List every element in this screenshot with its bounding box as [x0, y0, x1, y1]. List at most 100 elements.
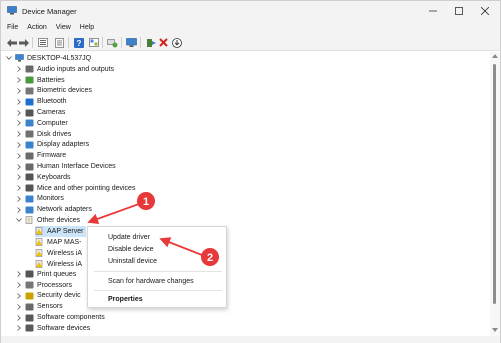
chevron-right-icon[interactable]: [15, 314, 23, 321]
uninstall-x-icon: [159, 38, 168, 47]
tree-category-item[interactable]: Print queues: [15, 269, 76, 280]
warning-device-icon: [35, 249, 43, 258]
help-button[interactable]: ?: [73, 37, 84, 48]
tree-item-map-mas[interactable]: MAP MAS-: [35, 237, 82, 248]
chevron-right-icon[interactable]: [15, 131, 23, 137]
tree-item-label: Firmware: [37, 152, 67, 160]
chevron-right-icon[interactable]: [15, 77, 23, 83]
forward-button[interactable]: [18, 37, 29, 48]
security-icon: [25, 292, 34, 300]
minimize-button[interactable]: [421, 1, 445, 21]
chevron-down-icon[interactable]: [5, 56, 13, 61]
tree-category-item[interactable]: Firmware: [15, 150, 66, 161]
bluetooth-icon: [25, 98, 34, 106]
update-driver-button[interactable]: [145, 37, 156, 48]
chevron-right-icon[interactable]: [15, 142, 23, 148]
tree-category-item[interactable]: Sensors: [15, 301, 63, 312]
tree-category-item[interactable]: Biometric devices: [15, 86, 92, 97]
properties-menu-item[interactable]: Properties: [108, 296, 143, 303]
chevron-right-icon[interactable]: [15, 98, 23, 105]
tree-item-label: Print queues: [37, 270, 77, 278]
chevron-right-icon[interactable]: [15, 185, 23, 191]
help-icon: ?: [73, 37, 84, 48]
chevron-right-icon[interactable]: [15, 303, 23, 310]
download-button[interactable]: [171, 37, 182, 48]
battery-icon: [25, 76, 34, 84]
chevron-right-icon[interactable]: [15, 120, 23, 127]
chevron-right-icon[interactable]: [15, 163, 23, 170]
uninstall-device-menu-item[interactable]: Uninstall device: [108, 258, 157, 265]
warning-device-icon: [35, 238, 43, 247]
tree-category-item[interactable]: Batteries: [15, 75, 65, 86]
chevron-right-icon[interactable]: [15, 206, 23, 213]
device-list-button[interactable]: [88, 37, 99, 48]
tree-category-item[interactable]: Display adapters: [15, 140, 89, 151]
tree-category-item[interactable]: Keyboards: [15, 172, 70, 183]
chevron-right-icon[interactable]: [15, 174, 23, 181]
chevron-right-icon[interactable]: [15, 271, 23, 278]
tree-category-item[interactable]: Mice and other pointing devices: [15, 183, 135, 194]
tree-category-item[interactable]: Monitors: [15, 194, 64, 205]
tree-item-other-devices[interactable]: ! Other devices: [15, 215, 80, 226]
chevron-right-icon[interactable]: [15, 325, 23, 332]
scroll-up-icon[interactable]: [492, 54, 498, 58]
tree-item-label: Biometric devices: [37, 87, 92, 95]
tree-item-label: Display adapters: [37, 141, 90, 149]
disable-device-menu-item[interactable]: Disable device: [108, 246, 154, 253]
tree-category-item[interactable]: Computer: [15, 118, 68, 129]
scroll-down-icon[interactable]: [492, 328, 498, 332]
scan-hardware-menu-item[interactable]: Scan for hardware changes: [108, 278, 194, 285]
chevron-right-icon[interactable]: [15, 152, 23, 159]
tree-item-label: Batteries: [37, 76, 65, 84]
menu-help[interactable]: Help: [80, 24, 94, 31]
tree-category-item[interactable]: Human Interface Devices: [15, 161, 116, 172]
device-view-button[interactable]: [37, 37, 48, 48]
tree-category-item[interactable]: Audio inputs and outputs: [15, 64, 114, 75]
tree-category-item[interactable]: Software devices: [15, 323, 90, 334]
menu-action[interactable]: Action: [27, 24, 46, 31]
tree-item-label: Security devic: [37, 292, 81, 300]
update-driver-menu-item[interactable]: Update driver: [108, 234, 150, 241]
tree-category-item[interactable]: Software components: [15, 312, 105, 323]
refresh-icon: [107, 38, 118, 47]
tree-item-wireless-1[interactable]: Wireless iA: [35, 248, 82, 259]
menu-separator: [94, 271, 222, 272]
tree-item-label: Monitors: [37, 195, 64, 203]
close-button[interactable]: [473, 1, 497, 21]
monitor-button[interactable]: [126, 37, 137, 48]
tree-item-label: Wireless iA: [47, 260, 83, 268]
software-icon: [25, 324, 34, 332]
tree-category-item[interactable]: Disk drives: [15, 129, 71, 140]
chevron-right-icon[interactable]: [15, 66, 23, 73]
uninstall-button[interactable]: [158, 37, 169, 48]
computer-icon: [25, 119, 34, 127]
tree-category-item[interactable]: Cameras: [15, 107, 65, 118]
tree-category-item[interactable]: Network adapters: [15, 204, 92, 215]
tree-item-label: Bluetooth: [37, 98, 67, 106]
properties-button[interactable]: [54, 37, 65, 48]
maximize-button[interactable]: [447, 1, 471, 21]
menu-separator: [94, 290, 222, 291]
disk-icon: [25, 130, 34, 138]
tree-item-label: Software components: [37, 314, 105, 322]
chevron-right-icon[interactable]: [15, 196, 23, 202]
back-button[interactable]: [6, 37, 17, 48]
tree-category-item[interactable]: Processors: [15, 280, 72, 291]
tree-item-aap-server[interactable]: AAP Server: [35, 226, 87, 237]
tree-category-item[interactable]: Bluetooth: [15, 96, 67, 107]
menu-file[interactable]: File: [7, 24, 18, 31]
unknown-device-icon: !: [25, 216, 33, 224]
menu-view[interactable]: View: [56, 24, 71, 31]
chevron-right-icon[interactable]: [15, 88, 23, 94]
tree-category-item[interactable]: Security devic: [15, 291, 81, 302]
chevron-right-icon[interactable]: [15, 109, 23, 116]
tree-item-label: Keyboards: [37, 173, 71, 181]
tree-root[interactable]: DESKTOP-4L537JQ: [5, 53, 91, 64]
chevron-right-icon[interactable]: [15, 293, 23, 299]
chevron-right-icon[interactable]: [15, 282, 23, 288]
scroll-thumb[interactable]: [493, 64, 496, 304]
vertical-scrollbar[interactable]: [490, 52, 500, 336]
speaker-icon: [25, 65, 34, 73]
chevron-down-icon[interactable]: [15, 218, 23, 223]
refresh-button[interactable]: [107, 37, 118, 48]
